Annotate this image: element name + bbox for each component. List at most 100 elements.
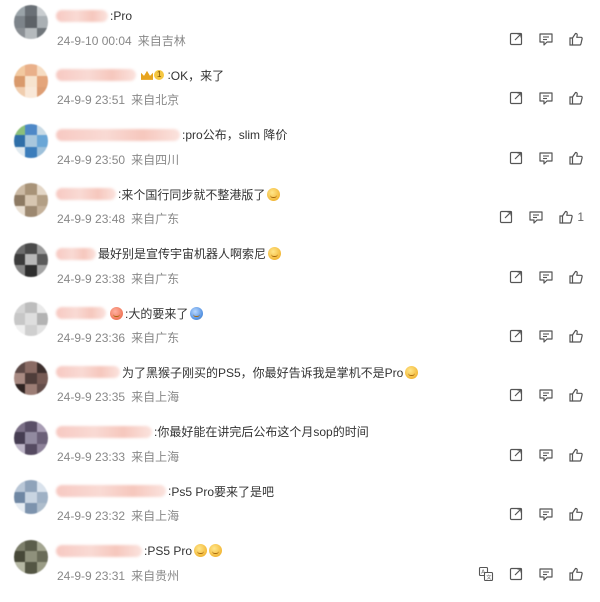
avatar[interactable] xyxy=(14,183,48,218)
like-button[interactable] xyxy=(568,506,584,522)
comment-icon[interactable] xyxy=(538,269,554,285)
share-icon[interactable] xyxy=(508,269,524,285)
avatar[interactable] xyxy=(14,242,48,277)
share-icon[interactable] xyxy=(508,566,524,582)
comment-text: 你最好能在讲完后公布这个月sop的时间 xyxy=(157,425,369,440)
share-icon[interactable] xyxy=(508,150,524,166)
share-icon[interactable] xyxy=(508,31,524,47)
comment-icon[interactable] xyxy=(538,566,554,582)
comment-meta: 24-9-9 23:51 来自北京 xyxy=(57,91,179,108)
comment-icon[interactable] xyxy=(538,506,554,522)
like-icon[interactable] xyxy=(558,209,574,225)
comment-actions xyxy=(508,328,584,344)
comment-body: 最好别是宣传宇宙机器人啊索尼 xyxy=(56,244,282,264)
like-button[interactable] xyxy=(568,566,584,582)
like-button[interactable] xyxy=(568,31,584,47)
comment-location: 来自上海 xyxy=(131,509,180,524)
username-blurred[interactable] xyxy=(56,10,108,22)
comment-item: : 你最好能在讲完后公布这个月sop的时间 24-9-9 23:33 来自上海 xyxy=(0,419,600,478)
username-blurred[interactable] xyxy=(56,425,152,438)
comment-time: 24-9-9 23:38 xyxy=(57,271,126,286)
avatar[interactable] xyxy=(14,480,48,515)
comment-time: 24-9-10 00:04 xyxy=(57,34,132,48)
like-button[interactable]: 1 xyxy=(558,209,584,225)
comment-item: 1: OK，来了 24-9-9 23:51 来自北京 xyxy=(0,62,600,121)
comment-location: 来自广东 xyxy=(131,271,180,286)
avatar[interactable] xyxy=(14,5,48,39)
username-blurred[interactable] xyxy=(56,485,166,498)
like-icon[interactable] xyxy=(568,566,584,582)
avatar[interactable] xyxy=(14,420,48,455)
comment-icon[interactable] xyxy=(538,387,554,403)
comment-icon[interactable] xyxy=(538,150,554,166)
comment-actions: 1 xyxy=(498,209,584,225)
avatar[interactable] xyxy=(14,64,48,99)
svg-text:A: A xyxy=(481,569,485,575)
comment-body: : Ps5 Pro要来了是吧 xyxy=(56,481,274,501)
comment-meta: 24-9-9 23:35 来自上海 xyxy=(57,388,179,405)
like-icon[interactable] xyxy=(568,506,584,522)
level-label: 1 xyxy=(154,70,165,81)
comment-actions xyxy=(508,506,584,522)
emoji-icon xyxy=(110,306,123,320)
username-blurred[interactable] xyxy=(56,366,120,379)
username-blurred[interactable] xyxy=(56,128,180,141)
like-button[interactable] xyxy=(568,90,584,106)
comment-item: : Pro 24-9-10 00:04 来自吉林 xyxy=(0,3,600,62)
comment-item: 为了黑猴子刚买的PS5，你最好告诉我是掌机不是Pro 24-9-9 23:35 来自… xyxy=(0,359,600,418)
share-icon[interactable] xyxy=(508,328,524,344)
comment-location: 来自贵州 xyxy=(131,568,180,583)
comment-meta: 24-9-9 23:36 来自广东 xyxy=(57,329,179,346)
comment-item: : 来个国行同步就不整港版了 24-9-9 23:48 来自广东 1 xyxy=(0,181,600,240)
translate-icon[interactable]: A文 xyxy=(478,566,494,582)
avatar[interactable] xyxy=(14,539,48,574)
username-blurred[interactable] xyxy=(56,307,106,319)
like-button[interactable] xyxy=(568,269,584,285)
like-icon[interactable] xyxy=(568,31,584,47)
comment-time: 24-9-9 23:48 xyxy=(57,212,126,227)
username-blurred[interactable] xyxy=(56,69,136,82)
comment-icon[interactable] xyxy=(538,31,554,47)
like-icon[interactable] xyxy=(568,328,584,344)
avatar[interactable] xyxy=(14,302,48,336)
share-icon[interactable] xyxy=(508,506,524,522)
comment-text: pro公布，slim 降价 xyxy=(185,128,288,143)
like-button[interactable] xyxy=(568,150,584,166)
like-icon[interactable] xyxy=(568,269,584,285)
comment-body: : Pro xyxy=(56,6,132,26)
comment-text: 为了黑猴子刚买的PS5，你最好告诉我是掌机不是Pro xyxy=(122,365,404,380)
comment-icon[interactable] xyxy=(538,447,554,463)
comment-text: 来个国行同步就不整港版了 xyxy=(121,187,266,202)
like-button[interactable] xyxy=(568,328,584,344)
avatar[interactable] xyxy=(14,123,48,158)
comment-location: 来自上海 xyxy=(131,390,180,405)
username-blurred[interactable] xyxy=(56,247,96,260)
like-icon[interactable] xyxy=(568,90,584,106)
like-button[interactable] xyxy=(568,387,584,403)
emoji-icon xyxy=(209,544,223,558)
share-icon[interactable] xyxy=(498,209,514,225)
share-icon[interactable] xyxy=(508,90,524,106)
share-icon[interactable] xyxy=(508,447,524,463)
comment-item: : Ps5 Pro要来了是吧 24-9-9 23:32 来自上海 xyxy=(0,478,600,537)
username-blurred[interactable] xyxy=(56,188,116,201)
avatar[interactable] xyxy=(14,361,48,396)
like-icon[interactable] xyxy=(568,387,584,403)
comment-actions xyxy=(508,387,584,403)
comment-actions xyxy=(508,447,584,463)
username-blurred[interactable] xyxy=(56,544,142,557)
comment-item: 最好别是宣传宇宙机器人啊索尼 24-9-9 23:38 来自广东 xyxy=(0,241,600,300)
comment-text: OK，来了 xyxy=(170,68,225,83)
svg-text:文: 文 xyxy=(486,572,492,580)
comment-location: 来自上海 xyxy=(131,449,180,464)
comment-icon[interactable] xyxy=(538,90,554,106)
like-icon[interactable] xyxy=(568,150,584,166)
like-icon[interactable] xyxy=(568,447,584,463)
share-icon[interactable] xyxy=(508,387,524,403)
comment-body: 为了黑猴子刚买的PS5，你最好告诉我是掌机不是Pro xyxy=(56,362,419,382)
comment-time: 24-9-9 23:31 xyxy=(57,568,126,583)
like-button[interactable] xyxy=(568,447,584,463)
comment-icon[interactable] xyxy=(538,328,554,344)
comment-text: 最好别是宣传宇宙机器人啊索尼 xyxy=(98,247,267,262)
comment-icon[interactable] xyxy=(528,209,544,225)
